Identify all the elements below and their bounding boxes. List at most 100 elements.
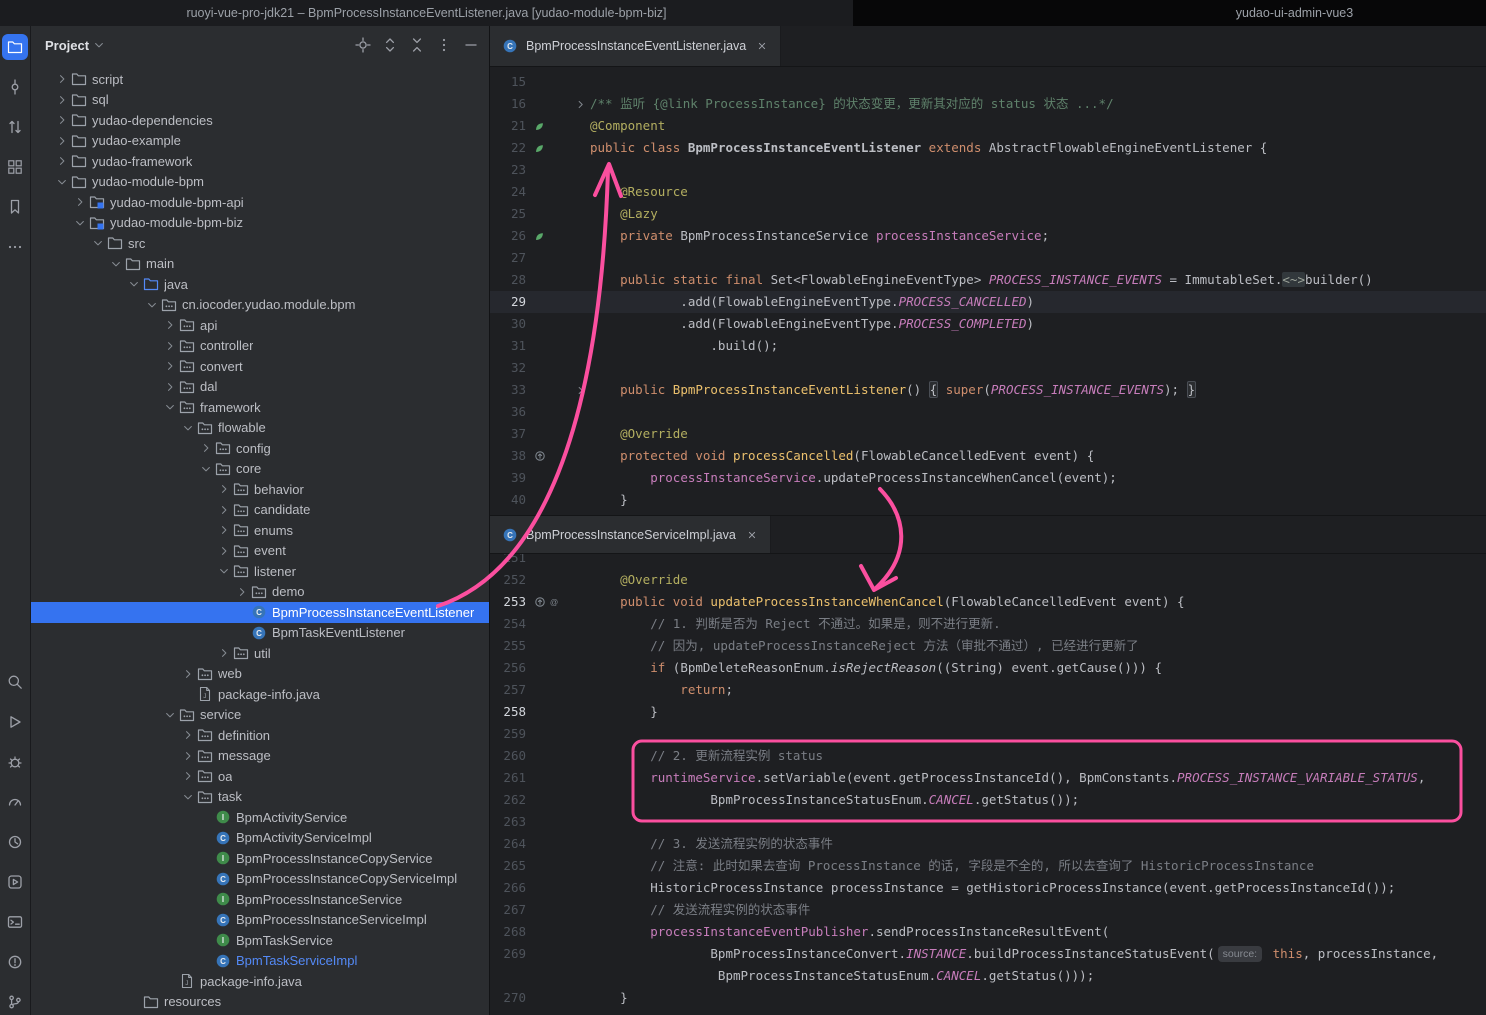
- tree-item-src[interactable]: src: [31, 233, 489, 254]
- chevron-down-icon[interactable]: [125, 278, 143, 290]
- line-number[interactable]: [490, 965, 526, 987]
- chevron-down-icon[interactable]: [107, 258, 125, 270]
- code-editor[interactable]: 1516/** 监听 {@link ProcessInstance} 的状态变更…: [490, 67, 1486, 515]
- chevron-down-icon[interactable]: [93, 39, 105, 51]
- line-number[interactable]: 29: [490, 291, 526, 313]
- line-number[interactable]: 251: [490, 554, 526, 569]
- chevron-right-icon[interactable]: [53, 73, 71, 85]
- commit-tool-button[interactable]: [2, 74, 28, 100]
- close-icon[interactable]: [746, 529, 758, 541]
- line-number[interactable]: 252: [490, 569, 526, 591]
- chevron-down-icon[interactable]: [197, 463, 215, 475]
- chevron-right-icon[interactable]: [161, 360, 179, 372]
- chevron-right-icon[interactable]: [215, 647, 233, 659]
- tree-item-yudao-module-bpm-api[interactable]: yudao-module-bpm-api: [31, 192, 489, 213]
- chevron-right-icon[interactable]: [161, 340, 179, 352]
- chevron-right-icon[interactable]: [161, 319, 179, 331]
- bookmarks-tool-button[interactable]: [2, 194, 28, 220]
- tree-item-util[interactable]: util: [31, 643, 489, 664]
- project-tool-button[interactable]: [2, 34, 28, 60]
- tree-item-bpmprocessinstanceservice[interactable]: IBpmProcessInstanceService: [31, 889, 489, 910]
- tree-item-bpmtaskservice[interactable]: IBpmTaskService: [31, 930, 489, 951]
- chevron-down-icon[interactable]: [143, 299, 161, 311]
- tree-item-config[interactable]: config: [31, 438, 489, 459]
- line-number[interactable]: 253: [490, 591, 526, 613]
- tree-item-package-info-java[interactable]: Jpackage-info.java: [31, 684, 489, 705]
- expand-all-icon[interactable]: [382, 37, 398, 53]
- tree-item-demo[interactable]: demo: [31, 582, 489, 603]
- terminal-tool-button[interactable]: [2, 909, 28, 935]
- spring-bean-icon[interactable]: [534, 231, 545, 242]
- tree-item-yudao-module-bpm[interactable]: yudao-module-bpm: [31, 172, 489, 193]
- line-number[interactable]: 21: [490, 115, 526, 137]
- chevron-down-icon[interactable]: [53, 176, 71, 188]
- tree-item-bpmactivityservice[interactable]: IBpmActivityService: [31, 807, 489, 828]
- line-number[interactable]: 15: [490, 71, 526, 93]
- tree-item-message[interactable]: message: [31, 746, 489, 767]
- chevron-down-icon[interactable]: [179, 422, 197, 434]
- tree-item-yudao-example[interactable]: yudao-example: [31, 131, 489, 152]
- tree-item-yudao-framework[interactable]: yudao-framework: [31, 151, 489, 172]
- search-tool-button[interactable]: [2, 669, 28, 695]
- line-number[interactable]: 254: [490, 613, 526, 635]
- project-panel-title[interactable]: Project: [45, 38, 89, 53]
- tree-item-event[interactable]: event: [31, 541, 489, 562]
- line-number[interactable]: 16: [490, 93, 526, 115]
- tree-item-oa[interactable]: oa: [31, 766, 489, 787]
- tree-item-bpmtaskserviceimpl[interactable]: CBpmTaskServiceImpl: [31, 951, 489, 972]
- chevron-right-icon[interactable]: [53, 94, 71, 106]
- line-number[interactable]: 26: [490, 225, 526, 247]
- tree-item-bpmprocessinstancecopyserviceimpl[interactable]: CBpmProcessInstanceCopyServiceImpl: [31, 869, 489, 890]
- tree-item-service[interactable]: service: [31, 705, 489, 726]
- line-number[interactable]: 257: [490, 679, 526, 701]
- line-number[interactable]: 36: [490, 401, 526, 423]
- chevron-down-icon[interactable]: [161, 709, 179, 721]
- profiler-tool-button[interactable]: [2, 789, 28, 815]
- line-number[interactable]: 268: [490, 921, 526, 943]
- chevron-right-icon[interactable]: [53, 155, 71, 167]
- chevron-right-icon[interactable]: [53, 135, 71, 147]
- locate-icon[interactable]: [355, 37, 371, 53]
- tree-item-definition[interactable]: definition: [31, 725, 489, 746]
- services-tool-button[interactable]: [2, 869, 28, 895]
- history-tool-button[interactable]: [2, 829, 28, 855]
- chevron-right-icon[interactable]: [215, 504, 233, 516]
- close-icon[interactable]: [756, 40, 768, 52]
- line-number[interactable]: 259: [490, 723, 526, 745]
- line-number[interactable]: 37: [490, 423, 526, 445]
- tree-item-api[interactable]: api: [31, 315, 489, 336]
- line-number[interactable]: 264: [490, 833, 526, 855]
- chevron-down-icon[interactable]: [161, 401, 179, 413]
- tree-item-controller[interactable]: controller: [31, 336, 489, 357]
- line-number[interactable]: 269: [490, 943, 526, 965]
- chevron-down-icon[interactable]: [71, 217, 89, 229]
- tree-item-java[interactable]: java: [31, 274, 489, 295]
- chevron-right-icon[interactable]: [53, 114, 71, 126]
- tree-item-yudao-module-bpm-biz[interactable]: yudao-module-bpm-biz: [31, 213, 489, 234]
- more-tools-tool-button[interactable]: [2, 234, 28, 260]
- line-number[interactable]: 265: [490, 855, 526, 877]
- tree-item-behavior[interactable]: behavior: [31, 479, 489, 500]
- line-number[interactable]: 256: [490, 657, 526, 679]
- structure-tool-button[interactable]: [2, 154, 28, 180]
- kebab-icon[interactable]: [436, 37, 452, 53]
- line-number[interactable]: 258: [490, 701, 526, 723]
- tree-item-listener[interactable]: listener: [31, 561, 489, 582]
- annotation-icon[interactable]: @: [548, 596, 560, 608]
- line-number[interactable]: 267: [490, 899, 526, 921]
- tree-item-bpmtaskeventlistener[interactable]: CBpmTaskEventListener: [31, 623, 489, 644]
- line-number[interactable]: 25: [490, 203, 526, 225]
- chevron-right-icon[interactable]: [161, 381, 179, 393]
- chevron-right-icon[interactable]: [179, 729, 197, 741]
- chevron-right-icon[interactable]: [179, 750, 197, 762]
- line-number[interactable]: 39: [490, 467, 526, 489]
- tab-bpmprocessinstanceeventlistener-java[interactable]: CBpmProcessInstanceEventListener.java: [490, 26, 781, 66]
- line-number[interactable]: 27: [490, 247, 526, 269]
- line-number[interactable]: 40: [490, 489, 526, 511]
- chevron-right-icon[interactable]: [179, 770, 197, 782]
- fold-chevron-icon[interactable]: [564, 379, 590, 401]
- chevron-right-icon[interactable]: [215, 545, 233, 557]
- line-number[interactable]: 262: [490, 789, 526, 811]
- line-number[interactable]: 22: [490, 137, 526, 159]
- tree-item-package-info-java[interactable]: Jpackage-info.java: [31, 971, 489, 992]
